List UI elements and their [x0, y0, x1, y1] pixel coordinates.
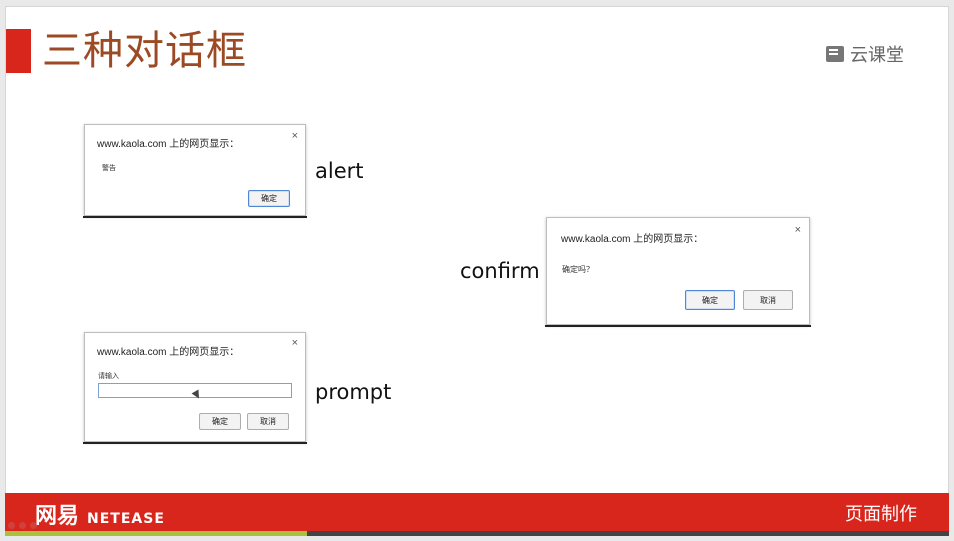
confirm-dialog: www.kaola.com 上的网页显示： × 确定吗？ 确定 取消	[545, 217, 811, 327]
netease-logo: 网易 NETEASE	[35, 498, 165, 530]
dialog-title: www.kaola.com 上的网页显示：	[97, 347, 240, 358]
ok-button[interactable]: 确定	[685, 290, 735, 310]
book-icon	[826, 46, 844, 62]
prev-icon[interactable]	[8, 522, 15, 529]
alert-dialog: www.kaola.com 上的网页显示： × 警告 确定	[83, 124, 307, 218]
prompt-caption: prompt	[315, 380, 392, 404]
ok-button[interactable]: 确定	[199, 413, 241, 430]
player-progress-track[interactable]	[5, 531, 949, 536]
confirm-caption: confirm	[460, 259, 540, 283]
logo-en: NETEASE	[87, 511, 165, 527]
player-controls[interactable]	[8, 522, 37, 529]
next-icon[interactable]	[30, 522, 37, 529]
dialog-title: www.kaola.com 上的网页显示：	[97, 139, 240, 150]
dialog-message: 请输入	[98, 373, 119, 380]
title-accent-bar	[6, 29, 31, 73]
cancel-button[interactable]: 取消	[247, 413, 289, 430]
dialog-message: 警告	[102, 165, 116, 172]
close-icon[interactable]: ×	[795, 224, 801, 236]
play-icon[interactable]	[19, 522, 26, 529]
slide: 三种对话框 云课堂 www.kaola.com 上的网页显示： × 警告 确定 …	[5, 6, 949, 536]
close-icon[interactable]: ×	[292, 337, 298, 349]
slide-title: 三种对话框	[42, 28, 247, 74]
dialog-message: 确定吗？	[562, 265, 594, 274]
footer-bar: 网易 NETEASE 页面制作	[5, 493, 949, 531]
close-icon[interactable]: ×	[292, 130, 298, 142]
brand-name: 云课堂	[850, 45, 904, 66]
prompt-dialog: www.kaola.com 上的网页显示： × 请输入 确定 取消	[83, 332, 307, 444]
cancel-button[interactable]: 取消	[743, 290, 793, 310]
player-progress-fill	[5, 531, 308, 536]
dialog-title: www.kaola.com 上的网页显示：	[561, 234, 704, 245]
alert-caption: alert	[315, 159, 364, 183]
ok-button[interactable]: 确定	[248, 190, 290, 207]
course-name: 页面制作	[845, 504, 917, 525]
logo-cn: 网易	[35, 503, 80, 529]
brand-logo: 云课堂	[826, 41, 904, 67]
